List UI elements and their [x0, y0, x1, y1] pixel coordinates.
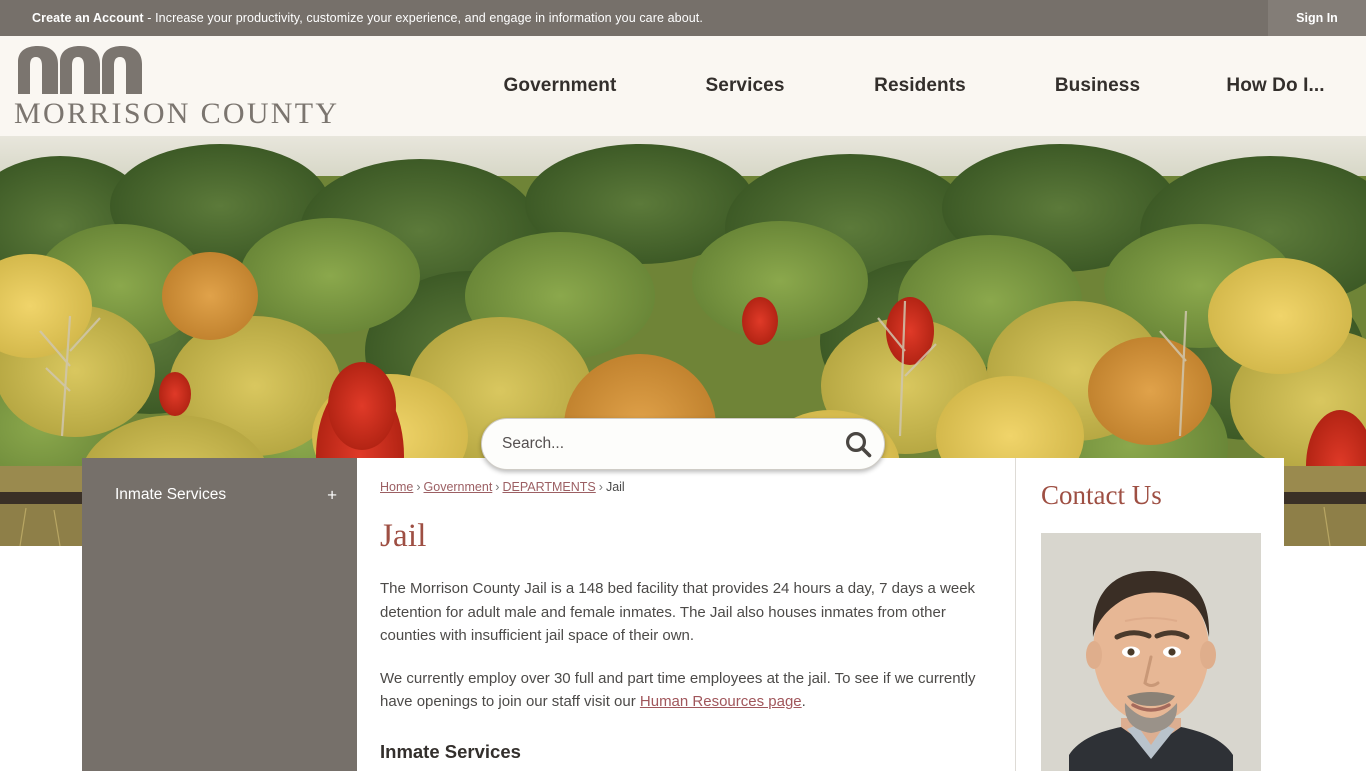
logo-wordmark: MORRISON COUNTY: [14, 97, 340, 130]
contact-us-panel: Contact Us: [1016, 458, 1284, 771]
create-account-message[interactable]: Create an Account - Increase your produc…: [32, 11, 703, 25]
breadcrumb: Home › Government › DEPARTMENTS › Jail: [380, 480, 985, 494]
search-icon: [843, 429, 873, 459]
search-input[interactable]: [502, 435, 832, 453]
search-button[interactable]: [832, 418, 884, 470]
nav-item-residents[interactable]: Residents: [830, 75, 1010, 97]
content-card: Inmate Services + Home › Government › DEPART…: [82, 458, 1284, 771]
breadcrumb-item-government[interactable]: Government: [424, 480, 493, 494]
breadcrumb-separator: ›: [598, 480, 603, 494]
page-title: Jail: [380, 518, 427, 554]
breadcrumb-item-jail: Jail: [605, 480, 625, 494]
main-content: Home › Government › DEPARTMENTS › Jail Jail Th…: [357, 458, 1016, 771]
breadcrumb-separator: ›: [495, 480, 500, 494]
section-heading-inmate-services: Inmate Services: [380, 740, 521, 762]
site-logo[interactable]: MORRISON COUNTY: [10, 42, 337, 132]
sidebar-item-label: Inmate Services: [115, 486, 227, 503]
hero-search-box[interactable]: [481, 418, 885, 470]
expand-plus-icon[interactable]: +: [327, 487, 337, 504]
sidebar-item-inmate-services[interactable]: Inmate Services +: [82, 472, 357, 518]
main-navigation: Government Services Residents Business H…: [460, 36, 1366, 136]
nav-item-how-do-i[interactable]: How Do I...: [1185, 75, 1366, 97]
intro-paragraph: The Morrison County Jail is a 148 bed fa…: [380, 580, 976, 644]
employment-paragraph: We currently employ over 30 full and par…: [380, 667, 985, 714]
contact-us-title: Contact Us: [1041, 480, 1162, 510]
breadcrumb-item-departments[interactable]: DEPARTMENTS: [502, 480, 595, 494]
contact-staff-photo: [1041, 533, 1261, 771]
nav-item-business[interactable]: Business: [1010, 75, 1185, 97]
nav-item-government[interactable]: Government: [460, 75, 660, 97]
employment-paragraph-text-after: .: [801, 693, 806, 710]
breadcrumb-separator: ›: [416, 480, 421, 494]
create-account-link[interactable]: Create an Account: [32, 11, 144, 25]
human-resources-link[interactable]: Human Resources page: [640, 693, 802, 710]
breadcrumb-item-home[interactable]: Home: [380, 480, 413, 494]
sign-in-button[interactable]: Sign In: [1268, 0, 1366, 36]
page-sidebar: Inmate Services +: [82, 458, 357, 771]
top-utility-bar: Create an Account - Increase your produc…: [0, 0, 1366, 36]
nav-item-services[interactable]: Services: [660, 75, 830, 97]
morrison-county-wave-logo-icon: [16, 44, 156, 103]
site-header: MORRISON COUNTY Government Services Resi…: [0, 36, 1366, 136]
create-account-message-rest: - Increase your productivity, customize …: [143, 11, 703, 25]
